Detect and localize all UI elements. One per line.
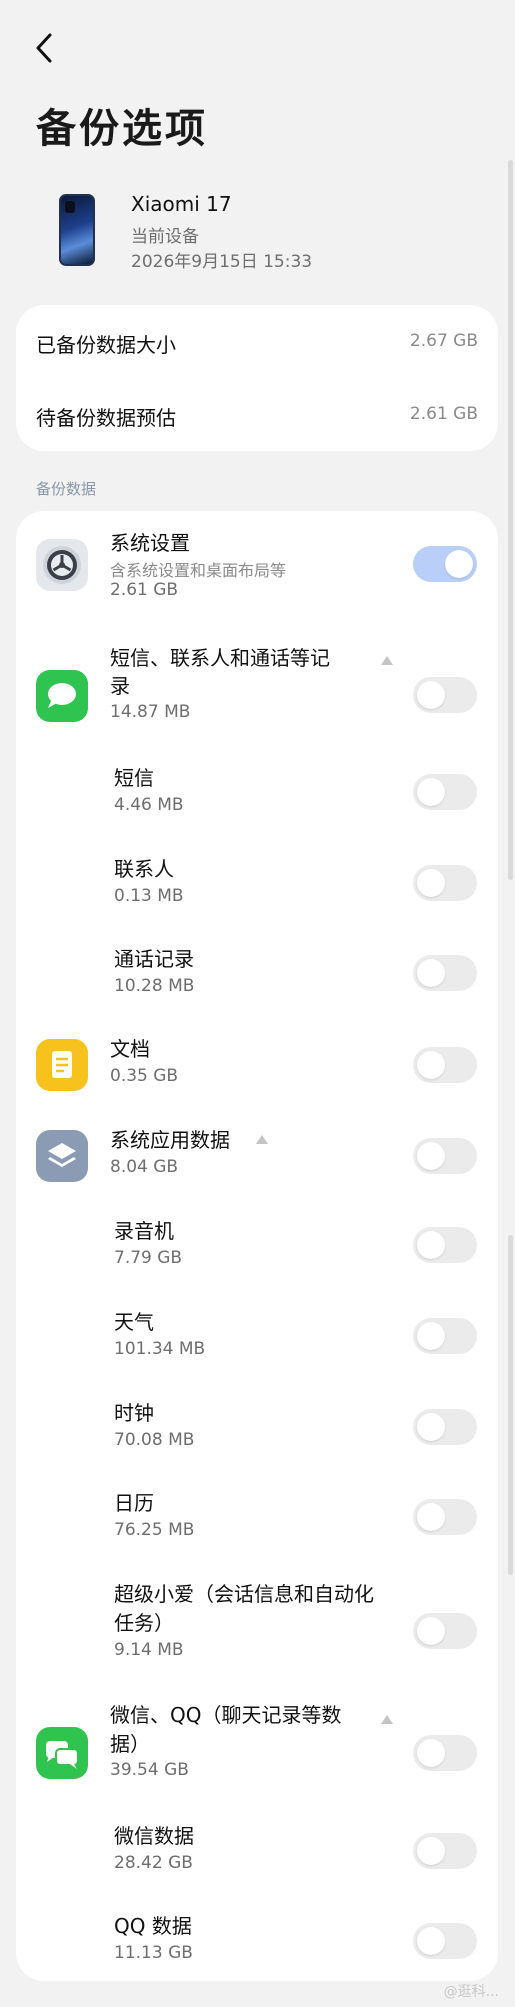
pending-size-value: 2.61 GB xyxy=(409,404,478,424)
item-size: 2.61 GB xyxy=(110,580,179,600)
item-size: 7.79 GB xyxy=(114,1248,183,1268)
toggle-weather[interactable] xyxy=(413,1318,477,1354)
list-item-system-settings[interactable]: 系统设置 含系统设置和桌面布局等 2.61 GB xyxy=(16,529,498,601)
message-icon xyxy=(36,670,88,722)
item-title: 文档 xyxy=(110,1037,150,1061)
pending-size-row: 待备份数据预估 2.61 GB xyxy=(36,402,478,432)
item-size: 70.08 MB xyxy=(114,1430,195,1450)
document-icon xyxy=(36,1039,88,1091)
toggle-xiaoai[interactable] xyxy=(413,1613,477,1649)
item-size: 76.25 MB xyxy=(114,1520,195,1540)
list-item-sms[interactable]: 短信 4.46 MB xyxy=(16,764,498,824)
scrollbar-thumb[interactable] xyxy=(508,1235,513,1575)
device-name: Xiaomi 17 xyxy=(131,192,232,216)
list-item-messages-contacts[interactable]: 短信、联系人和通话等记 录 14.87 MB xyxy=(16,644,498,740)
item-title: 超级小爱（会话信息和自动化 xyxy=(114,1582,374,1606)
list-item-wechat-qq[interactable]: 微信、QQ（聊天记录等数 据） 39.54 GB xyxy=(16,1701,498,1797)
item-title: QQ 数据 xyxy=(114,1914,192,1938)
item-size: 14.87 MB xyxy=(110,702,191,722)
page-title: 备份选项 xyxy=(36,106,208,152)
item-title: 日历 xyxy=(114,1491,154,1515)
list-item-wechat-data[interactable]: 微信数据 28.42 GB xyxy=(16,1822,498,1882)
chevron-up-icon[interactable] xyxy=(381,1715,393,1724)
item-title-line2: 任务） xyxy=(114,1611,174,1635)
list-item-xiaoai[interactable]: 超级小爱（会话信息和自动化 任务） 9.14 MB xyxy=(16,1580,498,1672)
phone-icon xyxy=(59,194,95,266)
section-label: 备份数据 xyxy=(36,480,97,498)
item-size: 0.13 MB xyxy=(114,886,184,906)
device-backup-time: 2026年9月15日 15:33 xyxy=(131,252,313,272)
chat-bubbles-icon xyxy=(36,1727,88,1779)
item-title: 联系人 xyxy=(114,857,174,881)
toggle-contacts[interactable] xyxy=(413,865,477,901)
back-button[interactable] xyxy=(30,30,60,66)
list-item-clock[interactable]: 时钟 70.08 MB xyxy=(16,1399,498,1459)
list-item-weather[interactable]: 天气 101.34 MB xyxy=(16,1308,498,1368)
list-item-calendar[interactable]: 日历 76.25 MB xyxy=(16,1489,498,1549)
list-item-recorder[interactable]: 录音机 7.79 GB xyxy=(16,1217,498,1277)
toggle-documents[interactable] xyxy=(413,1047,477,1083)
backup-size-card: 已备份数据大小 2.67 GB 待备份数据预估 2.61 GB xyxy=(16,305,498,451)
list-item-qq-data[interactable]: QQ 数据 11.13 GB xyxy=(16,1912,498,1972)
device-subtitle: 当前设备 xyxy=(131,227,199,247)
scrollbar-track[interactable] xyxy=(508,160,513,880)
toggle-call-log[interactable] xyxy=(413,955,477,991)
list-item-documents[interactable]: 文档 0.35 GB xyxy=(16,1035,498,1095)
chevron-up-icon[interactable] xyxy=(256,1135,268,1144)
toggle-messages-contacts[interactable] xyxy=(413,677,477,713)
backed-up-size-value: 2.67 GB xyxy=(409,331,478,351)
item-description: 含系统设置和桌面布局等 xyxy=(110,561,287,580)
backup-data-list: 系统设置 含系统设置和桌面布局等 2.61 GB 短信、联系人和通话等记 录 1… xyxy=(16,511,498,1981)
toggle-system-settings[interactable] xyxy=(413,546,477,582)
list-item-system-app-data[interactable]: 系统应用数据 8.04 GB xyxy=(16,1126,498,1186)
item-title: 微信、QQ（聊天记录等数 xyxy=(110,1703,342,1727)
item-size: 8.04 GB xyxy=(110,1157,179,1177)
item-size: 39.54 GB xyxy=(110,1760,189,1780)
toggle-wechat-qq[interactable] xyxy=(413,1735,477,1771)
item-title: 天气 xyxy=(114,1310,154,1334)
item-title: 时钟 xyxy=(114,1401,154,1425)
toggle-calendar[interactable] xyxy=(413,1499,477,1535)
layers-icon xyxy=(36,1130,88,1182)
item-title: 短信 xyxy=(114,766,154,790)
backed-up-size-row: 已备份数据大小 2.67 GB xyxy=(36,329,478,359)
item-title: 系统设置 xyxy=(110,531,190,555)
item-title: 录音机 xyxy=(114,1219,174,1243)
toggle-qq-data[interactable] xyxy=(413,1923,477,1959)
item-size: 11.13 GB xyxy=(114,1943,193,1963)
item-size: 10.28 MB xyxy=(114,976,195,996)
toggle-recorder[interactable] xyxy=(413,1227,477,1263)
item-size: 101.34 MB xyxy=(114,1339,206,1359)
item-title: 微信数据 xyxy=(114,1824,194,1848)
item-size: 4.46 MB xyxy=(114,795,184,815)
chevron-left-icon xyxy=(36,33,52,63)
item-title-line2: 录 xyxy=(110,674,130,698)
watermark: @逛科... xyxy=(443,1984,499,2000)
settings-icon xyxy=(36,539,88,591)
item-title: 系统应用数据 xyxy=(110,1128,230,1152)
toggle-system-app-data[interactable] xyxy=(413,1138,477,1174)
list-item-call-log[interactable]: 通话记录 10.28 MB xyxy=(16,945,498,1005)
item-title: 通话记录 xyxy=(114,947,194,971)
list-item-contacts[interactable]: 联系人 0.13 MB xyxy=(16,855,498,915)
chevron-up-icon[interactable] xyxy=(381,656,393,665)
item-size: 28.42 GB xyxy=(114,1853,193,1873)
device-info: Xiaomi 17 当前设备 2026年9月15日 15:33 xyxy=(0,188,515,288)
pending-size-label: 待备份数据预估 xyxy=(36,406,176,430)
item-title: 短信、联系人和通话等记 xyxy=(110,646,330,670)
toggle-clock[interactable] xyxy=(413,1409,477,1445)
item-title-line2: 据） xyxy=(110,1732,150,1756)
backed-up-size-label: 已备份数据大小 xyxy=(36,333,176,357)
item-size: 0.35 GB xyxy=(110,1066,179,1086)
toggle-wechat-data[interactable] xyxy=(413,1833,477,1869)
item-size: 9.14 MB xyxy=(114,1640,184,1660)
toggle-sms[interactable] xyxy=(413,774,477,810)
